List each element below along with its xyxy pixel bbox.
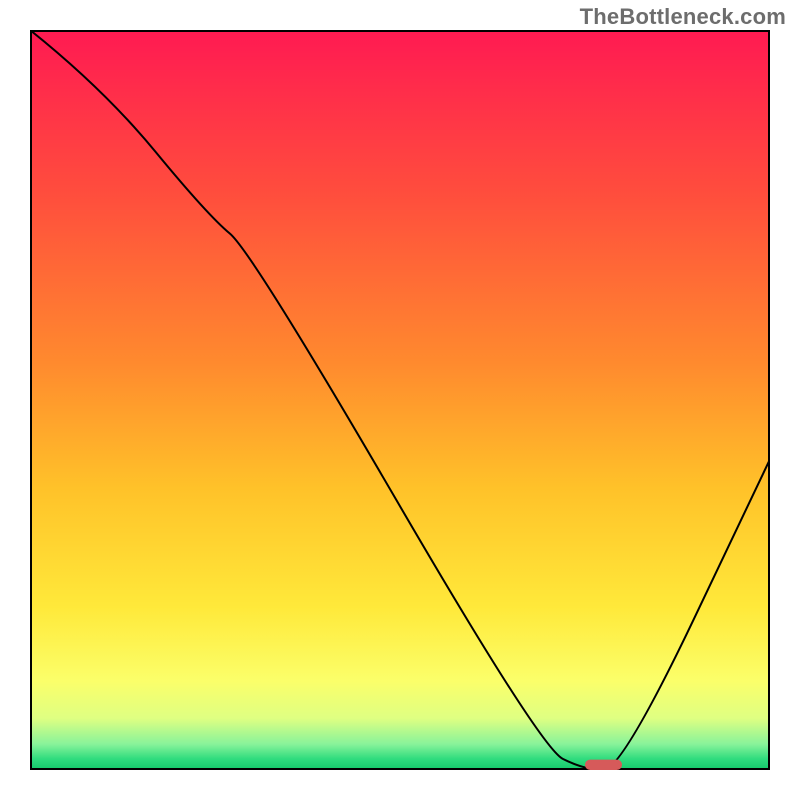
target-marker <box>585 760 622 770</box>
bottleneck-chart <box>30 30 770 770</box>
watermark-label: TheBottleneck.com <box>580 4 786 30</box>
chart-container: TheBottleneck.com <box>0 0 800 800</box>
gradient-background <box>30 30 770 770</box>
